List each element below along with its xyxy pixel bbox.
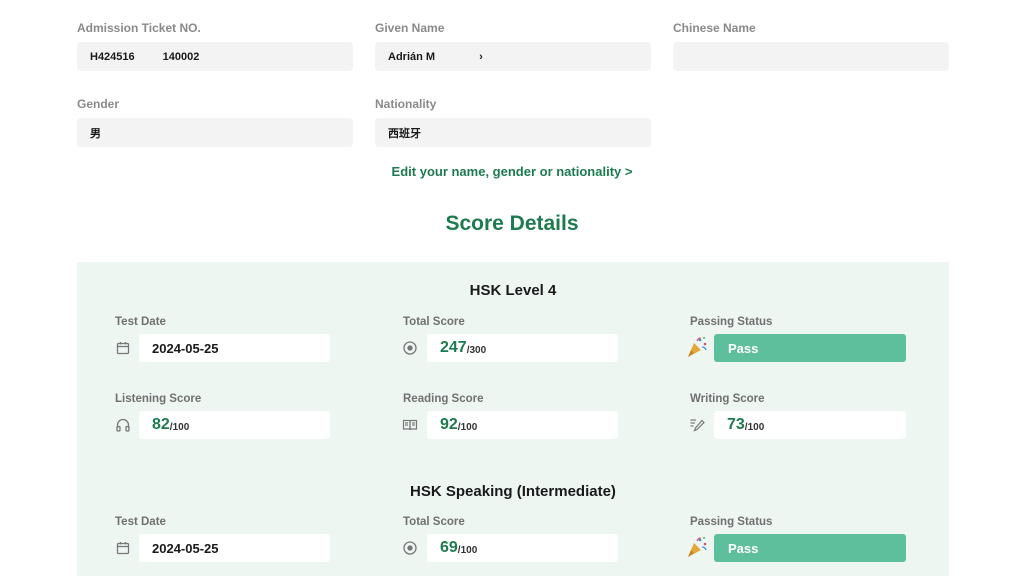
score-details-title: Score Details — [445, 212, 579, 235]
given-name-field: Adrián M › — [375, 42, 651, 71]
test-date-value: 2024-05-25 — [152, 340, 219, 356]
test-date-label: Test Date — [115, 516, 166, 528]
ticket-field: H424516 140002 — [77, 42, 353, 71]
passing-status-label: Passing Status — [690, 316, 773, 328]
given-name-value-part: › — [479, 50, 483, 63]
writing-score-box: 73/100 — [714, 411, 906, 439]
total-score-label: Total Score — [403, 516, 465, 528]
listening-score-value: 82 — [152, 416, 170, 433]
reading-score-label: Reading Score — [403, 393, 484, 405]
headphones-icon — [116, 418, 130, 432]
target-icon — [403, 341, 417, 355]
reading-score-max: /100 — [457, 421, 478, 433]
passing-status-badge: Pass — [714, 334, 906, 362]
gender-field: 男 — [77, 118, 353, 147]
listening-score-box: 82/100 — [139, 411, 330, 439]
listening-score-label: Listening Score — [115, 393, 202, 405]
total-score-box: 69/100 — [427, 534, 618, 562]
ticket-value-part: H424516 — [90, 50, 135, 63]
nationality-label: Nationality — [375, 97, 437, 111]
chinese-name-field — [673, 42, 949, 71]
writing-score-value: 73 — [727, 416, 745, 433]
reading-score-value: 92 — [440, 416, 458, 433]
total-score-max: /100 — [457, 544, 478, 556]
given-name-label: Given Name — [375, 21, 445, 35]
writing-pen-icon — [690, 419, 705, 432]
calendar-icon — [116, 342, 130, 355]
ticket-value-part: 140002 — [162, 50, 200, 63]
party-popper-icon — [688, 337, 707, 357]
total-score-value: 247 — [440, 339, 467, 356]
redaction-mask — [435, 50, 480, 63]
test-date-box: 2024-05-25 — [139, 534, 330, 562]
writing-score-max: /100 — [744, 421, 765, 433]
chinese-name-label: Chinese Name — [673, 21, 756, 35]
exam-title: HSK Level 4 — [469, 282, 557, 299]
test-date-label: Test Date — [115, 316, 166, 328]
passing-status-label: Passing Status — [690, 516, 773, 528]
test-date-value: 2024-05-25 — [152, 540, 219, 556]
redaction-mask — [134, 50, 163, 63]
passing-status-badge: Pass — [714, 534, 906, 562]
total-score-value: 69 — [440, 539, 458, 556]
gender-label: Gender — [77, 97, 120, 111]
exam-title: HSK Speaking (Intermediate) — [410, 483, 616, 500]
given-name-value-part: Adrián M — [388, 50, 436, 63]
party-popper-icon — [688, 537, 707, 557]
total-score-label: Total Score — [403, 316, 465, 328]
ticket-label: Admission Ticket NO. — [77, 21, 201, 35]
score-panel: HSK Level 4 Test Date 2024-05-25 Total S… — [77, 262, 949, 576]
writing-score-label: Writing Score — [690, 393, 765, 405]
test-date-box: 2024-05-25 — [139, 334, 330, 362]
reading-score-box: 92/100 — [427, 411, 618, 439]
total-score-max: /300 — [466, 344, 487, 356]
target-icon — [403, 541, 417, 555]
calendar-icon — [116, 542, 130, 555]
nationality-field: 西班牙 — [375, 118, 651, 147]
book-icon — [402, 419, 418, 431]
listening-score-max: /100 — [169, 421, 190, 433]
edit-personal-info-link[interactable]: Edit your name, gender or nationality > — [0, 164, 1024, 179]
total-score-box: 247/300 — [427, 334, 618, 362]
